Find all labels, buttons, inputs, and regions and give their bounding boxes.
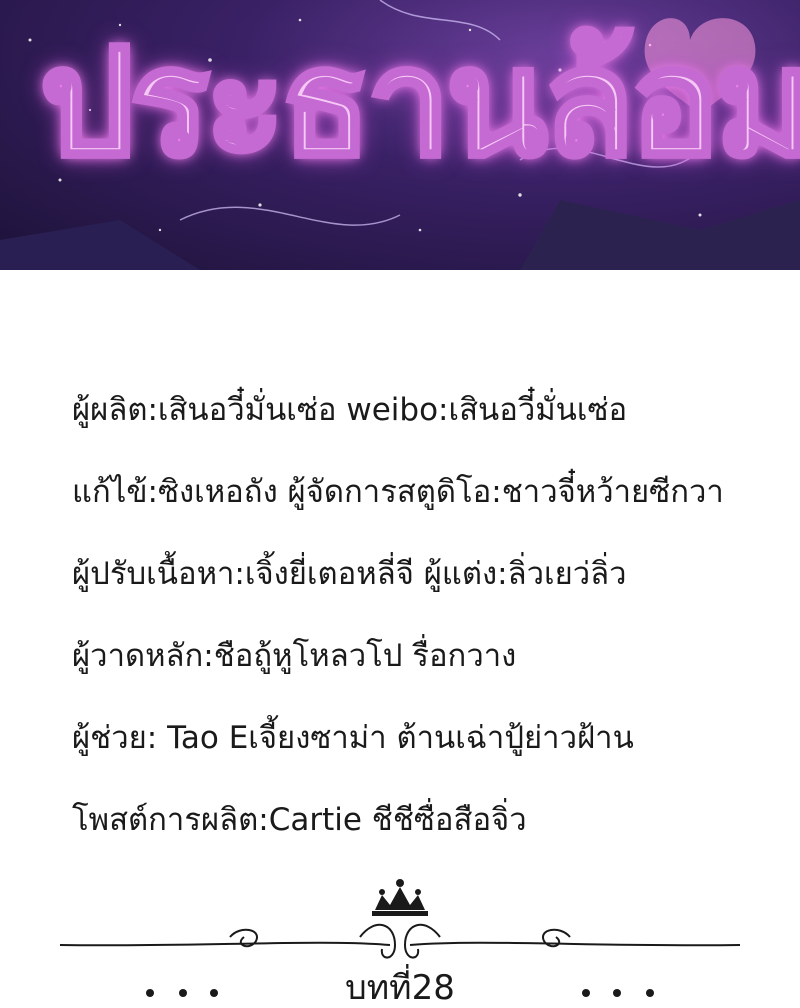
scroll-divider-icon	[59, 923, 741, 959]
credit-adapter: ผู้ปรับเนื้อหา:เจิ้งยี่เตอหลี่จี ผู้แต่ง…	[72, 556, 627, 592]
banner-title: ประธานล้อมรัก	[38, 15, 800, 192]
crown-ornament-icon	[372, 879, 428, 916]
credit-post-production: โพสต์การผลิต:Cartie ชีชีซื่อสือจิ่ว	[72, 802, 527, 838]
credit-editor: แก้ไข้:ซิงเหอถัง ผู้จัดการสตูดิโอ:ชาวจี๋…	[72, 474, 724, 510]
credit-main-artist: ผู้วาดหลัก:ชือถู้หูโหลวโป รื่อกวาง	[72, 638, 517, 674]
credit-assistants: ผู้ช่วย: Tao Eเจี้ยงซาม่า ต้านเฉ่าปู้ย่า…	[72, 720, 634, 756]
credits-list: ผู้ผลิต:เสินอวี๋มั่นเซ่อ weibo:เสินอวี๋ม…	[72, 380, 792, 872]
title-banner: ประธานล้อมรัก	[0, 0, 800, 270]
credit-producer: ผู้ผลิต:เสินอวี๋มั่นเซ่อ weibo:เสินอวี๋ม…	[72, 392, 628, 428]
chapter-label: บทที่28	[345, 968, 455, 1008]
